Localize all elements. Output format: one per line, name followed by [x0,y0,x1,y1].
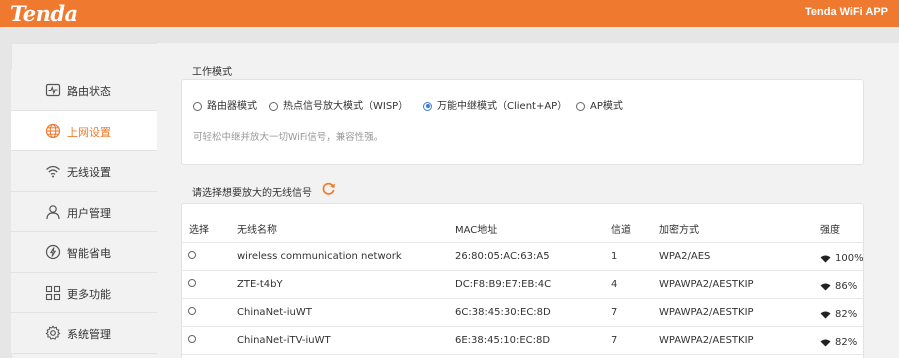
wifi-icon [46,165,60,178]
sidebar-item-label: 上网设置 [67,125,111,139]
user-icon [46,204,60,219]
top-bar: Tenda Tenda WiFi APP [0,0,899,27]
strength-value: 82% [835,337,858,348]
table-row[interactable]: ZTE-t4bY DC:F8:B9:E7:EB:4C 4 WPAWPA2/AES… [182,271,863,299]
channel-cell: 7 [611,307,618,318]
sidebar: 路由状态 上网设置 无线设置 用户管理 智能省电 更多功能 系统管理 [11,70,157,354]
security-cell: WPAWPA2/AESTKIP [659,279,754,290]
security-cell: WPAWPA2/AESTKIP [659,307,754,318]
power-icon [45,244,61,260]
sidebar-item-user-management[interactable]: 用户管理 [11,191,157,232]
ssid-cell: wireless communication network [237,251,402,262]
strength-cell: 86% [820,281,857,292]
column-header-security: 加密方式 [659,225,699,236]
table-header-row: 选择 无线名称 MAC地址 信道 加密方式 强度 [182,204,863,243]
column-header-select: 选择 [189,225,209,236]
sidebar-item-internet-settings[interactable]: 上网设置 [11,110,157,151]
strength-value: 82% [835,309,858,320]
status-monitor-icon [45,83,61,97]
mode-option-label: 热点信号放大模式（WISP） [283,101,409,112]
table-row[interactable]: wireless communication network 26:80:05:… [182,243,864,271]
radio-button[interactable] [576,101,585,111]
table-row[interactable]: ChinaNet-iuWT 6C:38:45:30:EC:8D 7 WPAWPA… [182,299,863,327]
mac-cell: 6E:38:45:10:EC:8D [455,335,551,346]
column-header-mac: MAC地址 [455,225,498,236]
column-header-strength: 强度 [820,225,840,236]
sidebar-item-power-saving[interactable]: 智能省电 [11,232,157,273]
sidebar-item-more-features[interactable]: 更多功能 [11,272,157,313]
column-header-channel: 信道 [611,225,631,236]
mac-cell: DC:F8:B9:E7:EB:4C [455,279,552,290]
channel-cell: 1 [611,251,618,262]
signal-icon [820,255,831,262]
column-header-ssid: 无线名称 [237,225,277,236]
security-cell: WPA2/AES [659,251,711,262]
table-row[interactable]: ChinaNet-iTV-iuWT 6E:38:45:10:EC:8D 7 WP… [182,327,863,355]
mac-cell: 6C:38:45:30:EC:8D [455,307,551,318]
strength-value: 100% [835,253,864,264]
globe-icon [45,123,61,138]
security-cell: WPAWPA2/AESTKIP [659,335,754,346]
radio-button-selected[interactable] [423,101,432,111]
gear-icon [45,325,61,340]
mode-option-client-ap[interactable]: 万能中继模式（Client+AP） [423,97,567,112]
mode-option-router[interactable]: 路由器模式 [193,97,257,112]
sidebar-item-label: 无线设置 [67,166,111,179]
work-mode-card: 路由器模式 热点信号放大模式（WISP） 万能中继模式（Client+AP） A… [181,79,864,165]
scan-title: 请选择想要放大的无线信号 [192,188,312,199]
mode-hint-text: 可轻松中继并放大一切WiFi信号，兼容性强。 [193,132,384,143]
mode-option-ap[interactable]: AP模式 [576,97,623,112]
tenda-logo: Tenda [10,1,78,26]
select-radio[interactable] [188,251,196,259]
ssid-cell: ChinaNet-iuWT [237,307,312,318]
mode-option-label: 路由器模式 [207,101,257,112]
channel-cell: 7 [611,335,618,346]
select-radio[interactable] [188,307,196,315]
select-radio[interactable] [188,279,196,287]
signal-icon [820,311,831,318]
signal-icon [820,339,831,346]
strength-cell: 82% [820,309,857,320]
refresh-icon[interactable] [321,181,336,196]
sidebar-item-system-management[interactable]: 系统管理 [11,313,157,354]
mode-option-wisp[interactable]: 热点信号放大模式（WISP） [269,97,408,112]
radio-button[interactable] [193,101,202,111]
ssid-cell: ChinaNet-iTV-iuWT [237,335,331,346]
sidebar-item-label: 用户管理 [67,206,111,220]
sidebar-item-label: 路由状态 [67,85,111,98]
sidebar-item-label: 智能省电 [67,247,111,260]
wifi-scan-table: 选择 无线名称 MAC地址 信道 加密方式 强度 wireless commun… [181,203,864,358]
sidebar-item-label: 系统管理 [67,328,111,341]
select-radio[interactable] [188,335,196,343]
mac-cell: 26:80:05:AC:63:A5 [455,251,550,262]
work-mode-title: 工作模式 [192,67,232,78]
sidebar-item-wireless-settings[interactable]: 无线设置 [11,151,157,192]
mode-option-label: 万能中继模式（Client+AP） [437,101,568,112]
ssid-cell: ZTE-t4bY [237,279,283,290]
grid-icon [45,285,61,300]
sidebar-item-label: 更多功能 [67,287,111,301]
strength-value: 86% [835,281,858,292]
wifi-app-link[interactable]: Tenda WiFi APP [805,6,888,18]
radio-button[interactable] [269,101,278,111]
sidebar-item-router-status[interactable]: 路由状态 [11,70,157,111]
strength-cell: 100% [820,253,864,264]
channel-cell: 4 [611,279,618,290]
strength-cell: 82% [820,337,857,348]
signal-icon [820,283,831,290]
mode-option-label: AP模式 [590,101,623,112]
